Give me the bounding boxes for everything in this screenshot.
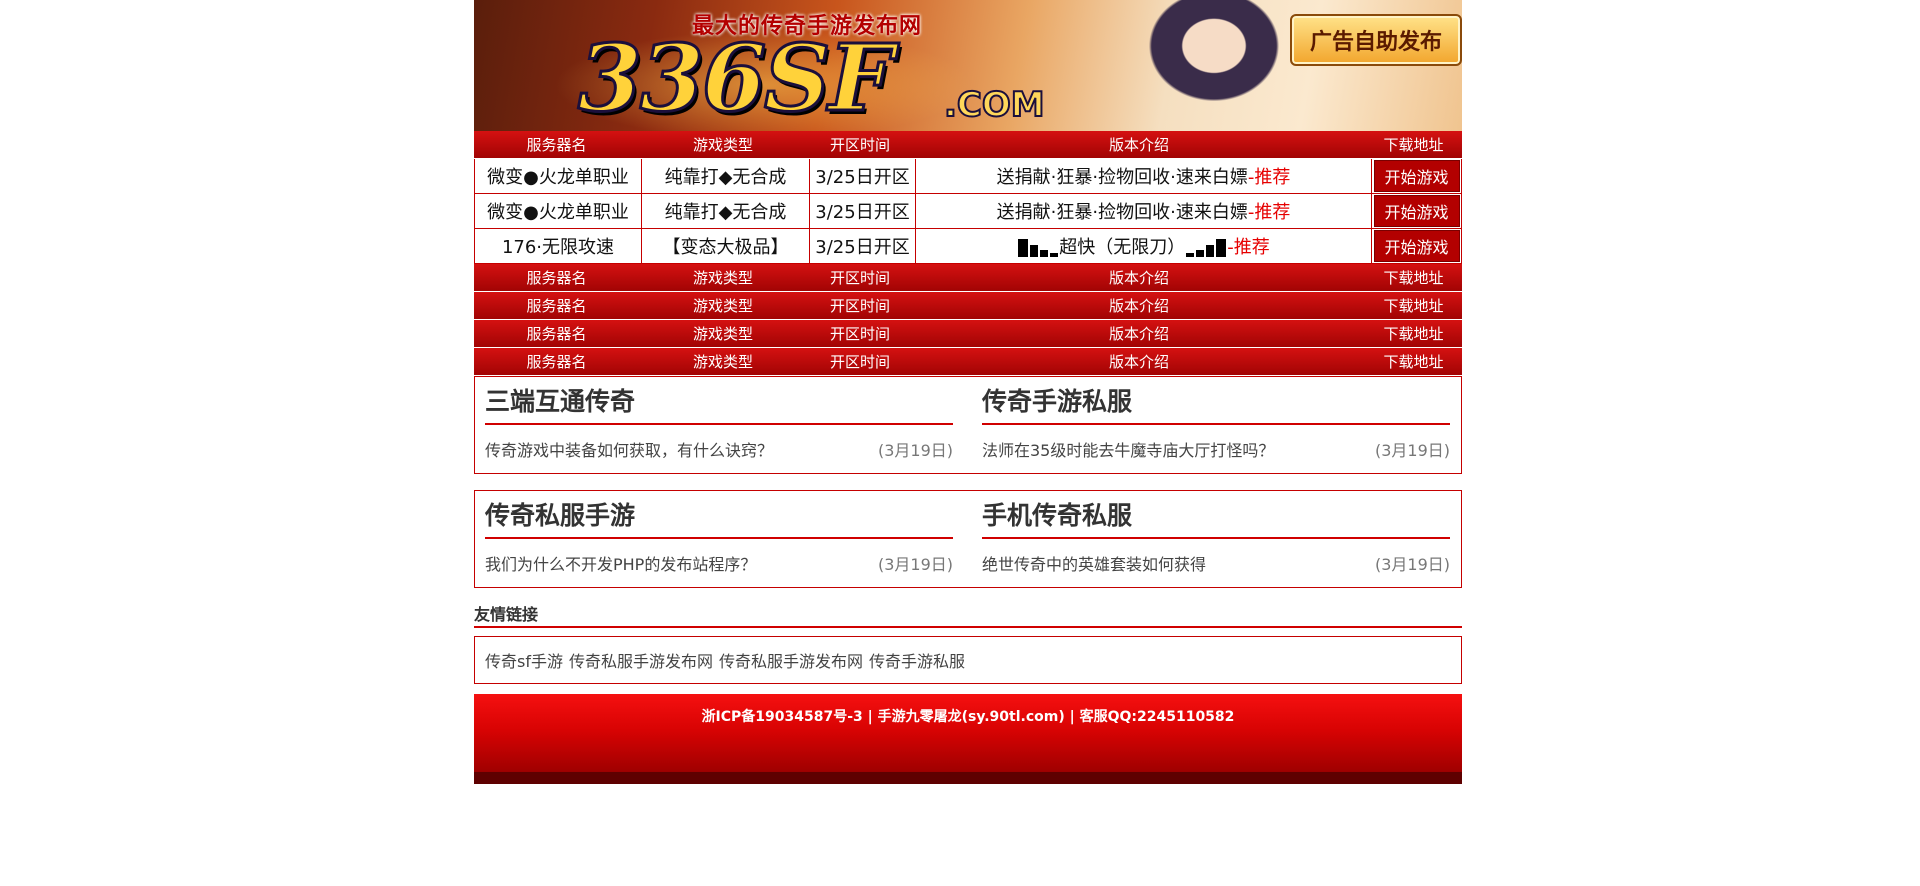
table-header: 服务器名 游戏类型 开区时间 版本介绍 下载地址 bbox=[474, 292, 1462, 320]
start-game-button[interactable]: 开始游戏 bbox=[1373, 195, 1460, 227]
block-bars-icon bbox=[1185, 236, 1227, 257]
friend-link[interactable]: 传奇私服手游发布网 bbox=[569, 648, 713, 672]
site-logo-suffix: .COM bbox=[943, 84, 1046, 126]
news-section-title[interactable]: 手机传奇私服 bbox=[982, 491, 1450, 539]
col-server-header: 服务器名 bbox=[526, 297, 587, 315]
table-row: 176·无限攻速 【变态大极品】 3/25日开区 超快（无限刀） -推荐 开始游… bbox=[474, 229, 1462, 264]
links-title: 友情链接 bbox=[474, 604, 1462, 628]
footer-band bbox=[474, 772, 1462, 784]
site-logo[interactable]: 336SF bbox=[577, 27, 896, 130]
game-type: 【变态大极品】 bbox=[642, 229, 810, 263]
open-time: 3/25日开区 bbox=[810, 229, 916, 263]
server-name[interactable]: 微变●火龙单职业 bbox=[475, 194, 642, 228]
col-server-header: 服务器名 bbox=[526, 269, 587, 287]
table-header: 服务器名 游戏类型 开区时间 版本介绍 下载地址 bbox=[474, 320, 1462, 348]
col-type-header: 游戏类型 bbox=[692, 297, 753, 315]
news-section-title[interactable]: 传奇手游私服 bbox=[982, 377, 1450, 425]
open-time: 3/25日开区 bbox=[810, 159, 916, 193]
download-cell: 开始游戏 bbox=[1372, 194, 1461, 228]
recommend-tag: -推荐 bbox=[1247, 202, 1291, 223]
news-section-title[interactable]: 三端互通传奇 bbox=[485, 377, 953, 425]
links-list: 传奇sf手游 传奇私服手游发布网 传奇私服手游发布网 传奇手游私服 bbox=[474, 636, 1462, 684]
col-download-header: 下载地址 bbox=[1383, 325, 1444, 343]
col-intro-header: 版本介绍 bbox=[1108, 136, 1169, 154]
friend-link[interactable]: 传奇私服手游发布网 bbox=[719, 648, 863, 672]
news-item[interactable]: 我们为什么不开发PHP的发布站程序？ (3月19日) bbox=[485, 551, 953, 575]
col-type-header: 游戏类型 bbox=[692, 136, 753, 154]
friend-link[interactable]: 传奇sf手游 bbox=[485, 648, 563, 672]
col-server-header: 服务器名 bbox=[526, 136, 587, 154]
block-bars-icon bbox=[1017, 236, 1059, 257]
col-open-header: 开区时间 bbox=[829, 353, 890, 371]
open-time: 3/25日开区 bbox=[810, 194, 916, 228]
news-item-date: (3月19日) bbox=[1374, 555, 1450, 574]
col-type-header: 游戏类型 bbox=[692, 353, 753, 371]
game-type: 纯靠打◆无合成 bbox=[642, 159, 810, 193]
news-item-title[interactable]: 我们为什么不开发PHP的发布站程序？ bbox=[485, 551, 756, 575]
start-game-button[interactable]: 开始游戏 bbox=[1373, 230, 1460, 262]
table-row: 微变●火龙单职业 纯靠打◆无合成 3/25日开区 送捐献·狂暴·捡物回收·速来白… bbox=[474, 194, 1462, 229]
news-item-date: (3月19日) bbox=[877, 441, 953, 460]
col-open-header: 开区时间 bbox=[829, 136, 890, 154]
news-item[interactable]: 传奇游戏中装备如何获取，有什么诀窍？ (3月19日) bbox=[485, 437, 953, 461]
col-download-header: 下载地址 bbox=[1383, 297, 1444, 315]
footer-text: 浙ICP备19034587号-3 | 手游九零屠龙(sy.90tl.com) |… bbox=[701, 709, 1235, 725]
links-section: 友情链接 传奇sf手游 传奇私服手游发布网 传奇私服手游发布网 传奇手游私服 bbox=[474, 604, 1462, 684]
col-open-header: 开区时间 bbox=[829, 325, 890, 343]
news-item-date: (3月19日) bbox=[1374, 441, 1450, 460]
news-column: 三端互通传奇 传奇游戏中装备如何获取，有什么诀窍？ (3月19日) bbox=[485, 377, 953, 461]
news-item[interactable]: 绝世传奇中的英雄套装如何获得 (3月19日) bbox=[982, 551, 1450, 575]
version-intro[interactable]: 超快（无限刀） -推荐 bbox=[916, 229, 1372, 263]
banner-character-art bbox=[1114, 0, 1314, 131]
news-item-title[interactable]: 传奇游戏中装备如何获取，有什么诀窍？ bbox=[485, 437, 773, 461]
table-header: 服务器名 游戏类型 开区时间 版本介绍 下载地址 bbox=[474, 131, 1462, 159]
recommend-tag: -推荐 bbox=[1227, 237, 1270, 258]
news-column: 传奇手游私服 法师在35级时能去牛魔寺庙大厅打怪吗？ (3月19日) bbox=[982, 377, 1450, 461]
site-footer: 浙ICP备19034587号-3 | 手游九零屠龙(sy.90tl.com) |… bbox=[474, 694, 1462, 784]
col-type-header: 游戏类型 bbox=[692, 325, 753, 343]
news-column: 传奇私服手游 我们为什么不开发PHP的发布站程序？ (3月19日) bbox=[485, 491, 953, 575]
version-intro[interactable]: 送捐献·狂暴·捡物回收·速来白嫖 -推荐 bbox=[916, 194, 1372, 228]
news-item-title[interactable]: 绝世传奇中的英雄套装如何获得 bbox=[982, 551, 1206, 575]
col-intro-header: 版本介绍 bbox=[1108, 325, 1169, 343]
col-intro-header: 版本介绍 bbox=[1108, 297, 1169, 315]
col-download-header: 下载地址 bbox=[1383, 269, 1444, 287]
site-banner: 最大的传奇手游发布网 336SF .COM 广告自助发布 bbox=[474, 0, 1462, 131]
col-intro-header: 版本介绍 bbox=[1108, 269, 1169, 287]
start-game-button[interactable]: 开始游戏 bbox=[1373, 160, 1460, 192]
table-row: 微变●火龙单职业 纯靠打◆无合成 3/25日开区 送捐献·狂暴·捡物回收·速来白… bbox=[474, 159, 1462, 194]
server-name[interactable]: 176·无限攻速 bbox=[475, 229, 642, 263]
news-box: 传奇私服手游 我们为什么不开发PHP的发布站程序？ (3月19日) 手机传奇私服… bbox=[474, 490, 1462, 588]
intro-text: 送捐献·狂暴·捡物回收·速来白嫖 bbox=[996, 202, 1248, 223]
col-server-header: 服务器名 bbox=[526, 353, 587, 371]
game-type: 纯靠打◆无合成 bbox=[642, 194, 810, 228]
col-download-header: 下载地址 bbox=[1383, 353, 1444, 371]
ad-publish-button[interactable]: 广告自助发布 bbox=[1290, 14, 1462, 66]
intro-text: 超快（无限刀） bbox=[1059, 237, 1186, 258]
download-cell: 开始游戏 bbox=[1372, 159, 1461, 193]
col-intro-header: 版本介绍 bbox=[1108, 353, 1169, 371]
col-download-header: 下载地址 bbox=[1383, 136, 1444, 154]
recommend-tag: -推荐 bbox=[1247, 167, 1291, 188]
friend-link[interactable]: 传奇手游私服 bbox=[869, 648, 965, 672]
news-column: 手机传奇私服 绝世传奇中的英雄套装如何获得 (3月19日) bbox=[982, 491, 1450, 575]
news-item[interactable]: 法师在35级时能去牛魔寺庙大厅打怪吗？ (3月19日) bbox=[982, 437, 1450, 461]
news-item-date: (3月19日) bbox=[877, 555, 953, 574]
table-header: 服务器名 游戏类型 开区时间 版本介绍 下载地址 bbox=[474, 348, 1462, 376]
col-server-header: 服务器名 bbox=[526, 325, 587, 343]
page-container: 最大的传奇手游发布网 336SF .COM 广告自助发布 服务器名 游戏类型 开… bbox=[474, 0, 1462, 784]
version-intro[interactable]: 送捐献·狂暴·捡物回收·速来白嫖 -推荐 bbox=[916, 159, 1372, 193]
news-item-title[interactable]: 法师在35级时能去牛魔寺庙大厅打怪吗？ bbox=[982, 437, 1274, 461]
col-open-header: 开区时间 bbox=[829, 269, 890, 287]
col-open-header: 开区时间 bbox=[829, 297, 890, 315]
table-header: 服务器名 游戏类型 开区时间 版本介绍 下载地址 bbox=[474, 264, 1462, 292]
download-cell: 开始游戏 bbox=[1372, 229, 1461, 263]
col-type-header: 游戏类型 bbox=[692, 269, 753, 287]
news-box: 三端互通传奇 传奇游戏中装备如何获取，有什么诀窍？ (3月19日) 传奇手游私服… bbox=[474, 376, 1462, 474]
news-section-title[interactable]: 传奇私服手游 bbox=[485, 491, 953, 539]
server-name[interactable]: 微变●火龙单职业 bbox=[475, 159, 642, 193]
intro-text: 送捐献·狂暴·捡物回收·速来白嫖 bbox=[996, 167, 1248, 188]
